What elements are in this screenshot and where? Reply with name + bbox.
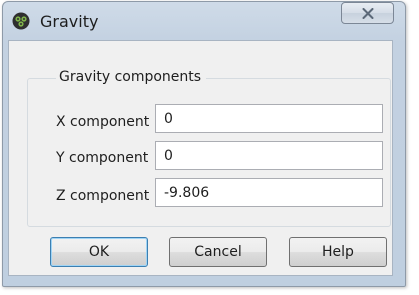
group-title: Gravity components xyxy=(56,69,207,85)
ok-button[interactable]: OK xyxy=(50,237,148,267)
z-component-label: Z component xyxy=(56,188,150,204)
close-icon xyxy=(362,8,374,19)
x-component-label: X component xyxy=(56,114,150,130)
y-component-input[interactable]: 0 xyxy=(155,141,383,170)
help-button[interactable]: Help xyxy=(289,237,387,267)
z-component-input[interactable]: -9.806 xyxy=(155,178,383,207)
y-component-label: Y component xyxy=(56,150,149,166)
cancel-button[interactable]: Cancel xyxy=(169,237,267,267)
app-logo-icon xyxy=(12,12,30,30)
x-component-input[interactable]: 0 xyxy=(155,104,383,133)
window-title: Gravity xyxy=(40,12,99,31)
close-button[interactable] xyxy=(341,2,394,24)
